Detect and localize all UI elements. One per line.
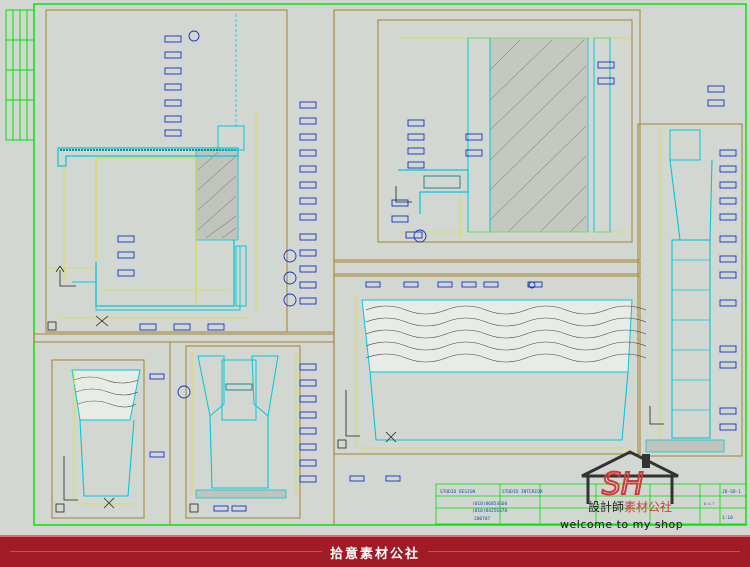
revision-strip	[5, 9, 35, 141]
title-block-phone2: (010)84256370	[472, 508, 508, 514]
watermark-chinese: 設計師素材公社	[588, 498, 672, 515]
section-view-1	[47, 14, 317, 331]
watermark-english: welcome to my shop	[560, 518, 684, 531]
sheet-frame	[33, 3, 747, 526]
column-section	[189, 352, 401, 513]
footer-label: 拾意素材公社	[321, 542, 428, 562]
watermark-cn-prefix: 設計師	[588, 500, 625, 514]
footer-bar: 拾意素材公社	[0, 535, 750, 567]
title-block-company: STUDIO DESIGN	[440, 489, 476, 495]
title-block-project: STUDIO INTERIOR	[502, 489, 543, 495]
shop-watermark: SH 設計師素材公社 welcome to my shop	[552, 448, 742, 534]
watermark-cn-highlight: 素材公社	[624, 500, 673, 514]
watermark-letters: SH	[602, 467, 644, 502]
stone-elevation	[337, 281, 647, 449]
section-view-2	[391, 37, 632, 243]
title-block-date: 200707	[474, 516, 491, 522]
title-block-phone1: (010)86854660	[472, 501, 508, 507]
tall-section	[645, 85, 737, 453]
